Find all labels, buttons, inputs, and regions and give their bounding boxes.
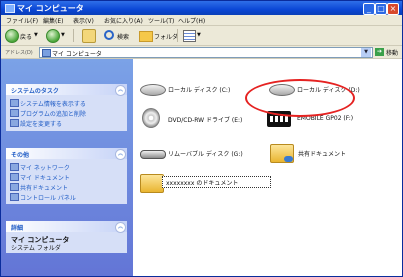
back-button-label[interactable]: 戻る [20, 32, 32, 41]
back-dropdown-icon[interactable]: ▼ [34, 32, 38, 38]
close-button[interactable]: × [387, 3, 399, 15]
other-places-panel: その他 ︽ マイ ネットワーク マイ ドキュメント 共有ドキュメント コントロー… [6, 148, 127, 204]
computer-icon [42, 49, 51, 57]
dvd-drive-icon [142, 108, 160, 128]
place-my-documents[interactable]: マイ ドキュメント [10, 172, 125, 182]
address-value: マイ コンピュータ [52, 51, 102, 58]
task-change-settings[interactable]: 設定を変更する [10, 118, 125, 128]
shared-documents-folder[interactable]: 共有ドキュメント [270, 142, 390, 164]
drive-c[interactable]: ローカル ディスク (C:) [140, 78, 260, 100]
menu-favorites[interactable]: お気に入り(A) [104, 16, 143, 25]
place-label: コントロール パネル [20, 195, 76, 202]
user-documents-folder[interactable]: xxxxxxxx のドキュメント [140, 172, 280, 194]
task-label: 設定を変更する [20, 121, 63, 128]
views-icon[interactable] [183, 30, 196, 42]
network-icon [10, 163, 19, 171]
selection-box: xxxxxxxx のドキュメント [162, 176, 271, 188]
shared-folder-icon [270, 144, 294, 163]
collapse-chevron-icon[interactable]: ︽ [115, 85, 126, 96]
window-title: マイ コンピュータ [17, 4, 84, 13]
folders-icon[interactable] [139, 31, 153, 42]
details-panel: 詳細 ︽ マイ コンピュータ システム フォルダ [6, 221, 127, 253]
drive-label: DVD/CD-RW ドライブ (E:) [168, 117, 243, 124]
explorer-window: マイ コンピュータ _ □ × ファイル(F) 編集(E) 表示(V) お気に入… [0, 0, 403, 277]
menu-file[interactable]: ファイル(F) [6, 16, 38, 25]
toolbar: 戻る ▼ ▼ 検索 フォルダ ▼ [1, 26, 402, 46]
menu-edit[interactable]: 編集(E) [43, 16, 63, 25]
change-settings-icon [10, 119, 19, 127]
toolbar-divider [177, 29, 178, 42]
drive-label: ローカル ディスク (C:) [168, 87, 231, 94]
search-icon[interactable] [104, 30, 114, 40]
place-shared-documents[interactable]: 共有ドキュメント [10, 182, 125, 192]
place-label: マイ ネットワーク [20, 165, 70, 172]
address-input[interactable]: マイ コンピュータ ▼ [39, 47, 373, 58]
shared-folder-icon [10, 183, 19, 191]
minimize-button[interactable]: _ [363, 3, 375, 15]
drive-g[interactable]: リムーバブル ディスク (G:) [140, 142, 260, 164]
place-my-network[interactable]: マイ ネットワーク [10, 162, 125, 172]
maximize-button[interactable]: □ [375, 3, 387, 15]
system-tasks-header[interactable]: システムのタスク ︽ [6, 84, 127, 96]
highlight-ellipse [245, 79, 355, 117]
task-pane: システムのタスク ︽ システム情報を表示する プログラムの追加と削除 設定を変更… [1, 59, 133, 276]
add-remove-programs-icon [10, 109, 19, 117]
collapse-chevron-icon[interactable]: ︽ [115, 149, 126, 160]
other-places-header[interactable]: その他 ︽ [6, 148, 127, 160]
menu-bar: ファイル(F) 編集(E) 表示(V) お気に入り(A) ツール(T) ヘルプ(… [1, 15, 402, 39]
task-label: プログラムの追加と削除 [20, 111, 86, 118]
task-view-system-info[interactable]: システム情報を表示する [10, 98, 125, 108]
computer-icon [5, 4, 15, 13]
removable-disk-icon [140, 150, 166, 159]
drive-label: リムーバブル ディスク (G:) [168, 151, 243, 158]
system-tasks-panel: システムのタスク ︽ システム情報を表示する プログラムの追加と削除 設定を変更… [6, 84, 127, 131]
task-label: システム情報を表示する [20, 101, 86, 108]
collapse-chevron-icon[interactable]: ︽ [115, 222, 126, 233]
address-dropdown-icon[interactable]: ▼ [361, 48, 371, 57]
go-arrow-icon: ➔ [375, 48, 384, 56]
title-bar[interactable]: マイ コンピュータ _ □ × [1, 1, 402, 15]
details-title: 詳細 [11, 225, 24, 232]
go-button[interactable]: ➔ 移動 [375, 47, 401, 57]
folder-icon [140, 174, 164, 193]
place-label: マイ ドキュメント [20, 175, 70, 182]
hard-disk-icon [140, 84, 166, 96]
views-dropdown-icon[interactable]: ▼ [197, 32, 201, 38]
place-label: 共有ドキュメント [20, 185, 69, 192]
details-type: システム フォルダ [11, 245, 61, 252]
toolbar-divider [73, 29, 74, 42]
folder-up-icon[interactable] [82, 29, 96, 43]
place-control-panel[interactable]: コントロール パネル [10, 192, 125, 202]
address-label: アドレス(D) [5, 50, 33, 56]
share-hand-icon [284, 156, 293, 162]
menu-view[interactable]: 表示(V) [73, 16, 94, 25]
folders-button-label[interactable]: フォルダ [154, 32, 178, 41]
forward-icon[interactable] [46, 29, 60, 43]
control-panel-icon [10, 193, 19, 201]
details-header[interactable]: 詳細 ︽ [6, 221, 127, 233]
other-places-title: その他 [11, 152, 30, 159]
system-info-icon [10, 99, 19, 107]
system-tasks-title: システムのタスク [11, 88, 59, 95]
address-bar: アドレス(D) マイ コンピュータ ▼ ➔ 移動 [1, 46, 402, 59]
task-add-remove-programs[interactable]: プログラムの追加と削除 [10, 108, 125, 118]
go-label: 移動 [386, 50, 399, 57]
emobile-logo [270, 116, 288, 122]
menu-tools[interactable]: ツール(T) [148, 16, 174, 25]
documents-icon [10, 173, 19, 181]
forward-dropdown-icon[interactable]: ▼ [61, 32, 65, 38]
folder-label: xxxxxxxx のドキュメント [166, 180, 239, 187]
drive-e[interactable]: DVD/CD-RW ドライブ (E:) [140, 108, 260, 130]
folder-label: 共有ドキュメント [298, 151, 347, 158]
search-button-label[interactable]: 検索 [117, 32, 129, 41]
back-icon[interactable] [5, 29, 19, 43]
menu-help[interactable]: ヘルプ(H) [178, 16, 205, 25]
